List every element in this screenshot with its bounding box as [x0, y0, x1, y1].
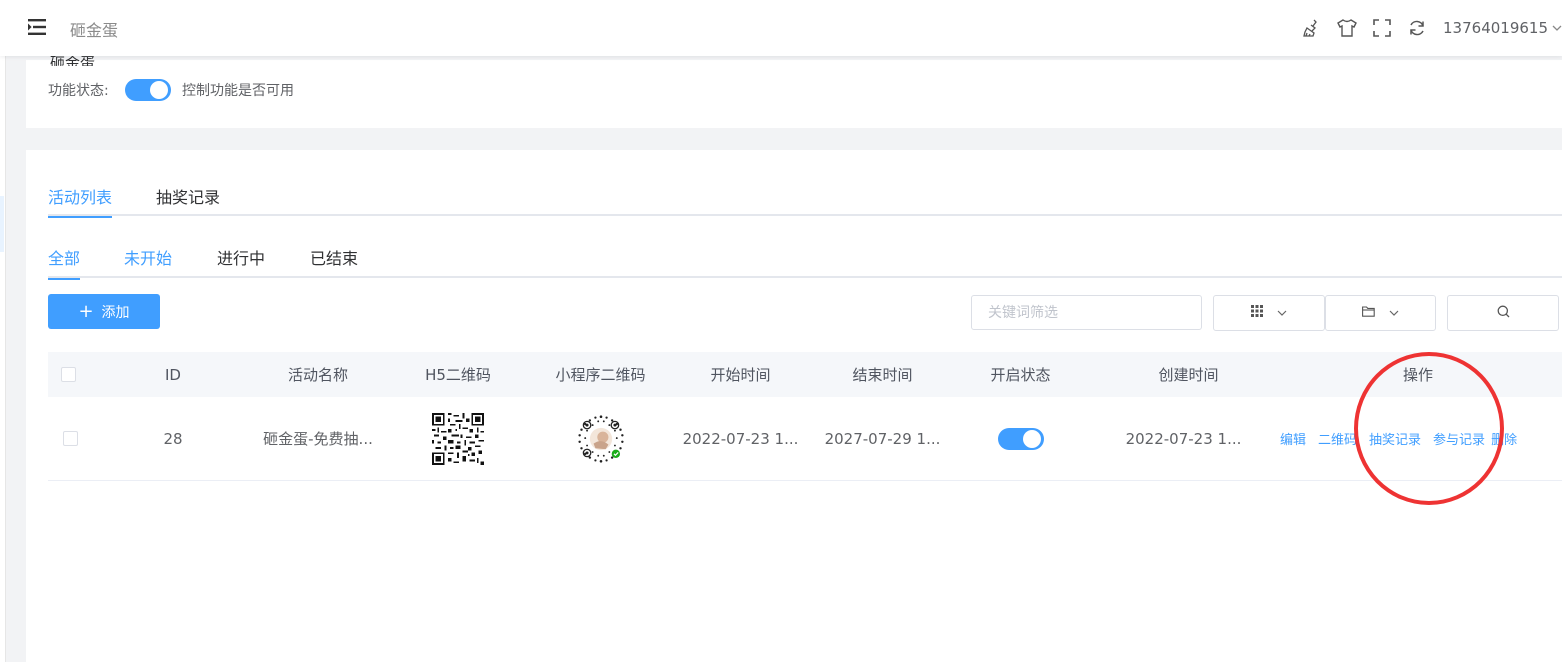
cell-created-time: 2022-07-23 1... — [1125, 429, 1242, 448]
select-all-checkbox[interactable] — [60, 367, 76, 382]
cell-status — [968, 397, 1073, 480]
export-folder-select[interactable] — [1325, 295, 1436, 331]
column-header-end-time[interactable]: 结束时间 — [820, 352, 945, 397]
function-status-label: 功能状态: — [48, 83, 109, 99]
search-icon — [1497, 305, 1510, 322]
h5-qr-code-image[interactable] — [432, 412, 484, 465]
cell-name: 砸金蛋-免费抽... — [263, 430, 373, 448]
activity-table: ID 活动名称 H5二维码 小程序二维码 开始时间 结束时间 开启状态 创建时间… — [48, 352, 1562, 481]
function-status-switch[interactable] — [125, 79, 171, 101]
sidebar-active-indicator — [0, 196, 4, 252]
table-header: ID 活动名称 H5二维码 小程序二维码 开始时间 结束时间 开启状态 创建时间… — [48, 352, 1562, 397]
subtab-not-started[interactable]: 未开始 — [124, 245, 172, 278]
participation-records-link[interactable]: 参与记录 — [1433, 429, 1485, 448]
broom-icon[interactable] — [1301, 17, 1323, 39]
column-view-select[interactable] — [1213, 295, 1325, 331]
cell-start-time: 2022-07-23 1... — [682, 429, 799, 448]
row-select — [50, 397, 90, 480]
column-header-status[interactable]: 开启状态 — [968, 352, 1073, 397]
column-header-start-time[interactable]: 开始时间 — [678, 352, 803, 397]
tab-lottery-records[interactable]: 抽奖记录 — [156, 184, 220, 216]
user-menu[interactable]: 13764019615 — [1443, 19, 1562, 37]
subtab-ended[interactable]: 已结束 — [310, 245, 358, 278]
chevron-down-icon — [1389, 305, 1399, 321]
fullscreen-icon[interactable] — [1371, 17, 1393, 39]
subtab-all[interactable]: 全部 — [48, 245, 81, 280]
cell-miniapp-qr — [538, 397, 663, 480]
menu-fold-icon[interactable] — [28, 18, 48, 36]
cell-h5-qr — [403, 397, 513, 480]
tab-activity-list[interactable]: 活动列表 — [48, 184, 113, 218]
row-checkbox[interactable] — [62, 431, 78, 446]
plus-icon: + — [78, 300, 94, 322]
delete-link[interactable]: 删除 — [1491, 429, 1517, 448]
cell-id: 28 — [163, 429, 183, 448]
add-button[interactable]: + 添加 — [48, 294, 160, 329]
column-header-miniapp-qr[interactable]: 小程序二维码 — [538, 352, 663, 397]
cell-end-time: 2027-07-29 1... — [824, 429, 941, 448]
chevron-down-icon — [1277, 305, 1287, 321]
qrcode-link[interactable]: 二维码 — [1318, 429, 1357, 448]
grid-icon — [1251, 305, 1263, 321]
row-status-switch[interactable] — [997, 427, 1044, 450]
column-header-id[interactable]: ID — [108, 352, 238, 397]
subtab-in-progress[interactable]: 进行中 — [217, 245, 265, 278]
table-row: 28 砸金蛋-免费抽... 2022-07-23 1... 2027-07-29… — [48, 397, 1562, 481]
main-tabs: 活动列表 抽奖记录 — [48, 184, 1562, 218]
column-header-created-time[interactable]: 创建时间 — [1126, 352, 1251, 397]
column-header-h5-qr[interactable]: H5二维码 — [403, 352, 513, 397]
username: 13764019615 — [1443, 19, 1548, 37]
activity-card: 活动列表 抽奖记录 全部 未开始 进行中 已结束 + 添加 关键词筛选 ID 活… — [26, 150, 1562, 662]
search-button[interactable] — [1447, 295, 1559, 331]
chevron-down-icon — [1552, 22, 1562, 35]
header-title: 砸金蛋 — [70, 21, 119, 40]
top-header: 砸金蛋 13764019615 — [0, 0, 1562, 56]
column-header-actions: 操作 — [1402, 366, 1433, 384]
left-sidebar-edge — [0, 0, 6, 662]
folder-icon — [1362, 305, 1375, 321]
header-select-all — [48, 352, 88, 397]
function-settings-card: 砸金蛋 功能状态: 控制功能是否可用 — [26, 54, 1562, 128]
add-button-label: 添加 — [101, 304, 130, 321]
column-header-name[interactable]: 活动名称 — [248, 352, 388, 397]
lottery-records-link[interactable]: 抽奖记录 — [1369, 429, 1421, 448]
cell-actions: 编辑 二维码 抽奖记录 参与记录 删除 — [1274, 397, 1562, 480]
status-subtabs: 全部 未开始 进行中 已结束 — [48, 245, 1562, 280]
shirt-icon[interactable] — [1336, 17, 1358, 39]
keyword-search-input[interactable] — [971, 295, 1202, 330]
miniapp-qr-code-image[interactable] — [575, 413, 627, 465]
function-status-desc: 控制功能是否可用 — [182, 83, 294, 99]
refresh-icon[interactable] — [1406, 17, 1428, 39]
edit-link[interactable]: 编辑 — [1280, 429, 1306, 448]
header-toolbar: 13764019615 — [1301, 14, 1562, 42]
